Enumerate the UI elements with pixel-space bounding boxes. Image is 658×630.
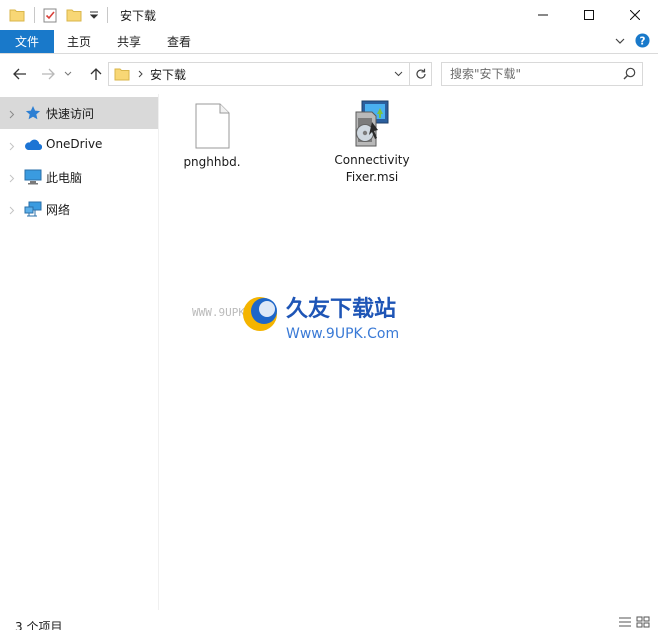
expand-chevron-icon[interactable]: [9, 108, 15, 122]
network-icon: [24, 200, 42, 218]
forward-button[interactable]: [36, 62, 60, 86]
tab-share[interactable]: 共享: [104, 30, 154, 53]
quick-access-toolbar: [0, 0, 114, 30]
sidebar-item-label: 网络: [46, 203, 71, 217]
file-list-area: pnghhbd. ConnectivityFixer.msi: [160, 94, 658, 610]
star-icon: [24, 104, 42, 122]
search-input[interactable]: [442, 67, 612, 81]
title-bar: 安下载: [0, 0, 658, 30]
folder-icon: [114, 67, 130, 81]
file-name: ConnectivityFixer.msi: [334, 153, 410, 184]
tab-home[interactable]: 主页: [54, 30, 104, 53]
address-row: 安下载: [0, 58, 658, 90]
cloud-icon: [24, 136, 42, 154]
navigation-pane: 快速访问 OneDrive 此电脑 网络: [0, 94, 159, 610]
recent-locations-chevron-icon[interactable]: [60, 62, 76, 86]
new-folder-icon[interactable]: [65, 6, 83, 24]
window-controls: [520, 0, 658, 30]
back-button[interactable]: [8, 62, 32, 86]
address-bar[interactable]: 安下载: [108, 62, 432, 86]
search-box: [441, 62, 643, 86]
window-title: 安下载: [120, 8, 157, 23]
refresh-button[interactable]: [409, 63, 431, 85]
sidebar-item-label: OneDrive: [46, 137, 103, 151]
address-dropdown-icon[interactable]: [389, 63, 407, 85]
ribbon-tabs: 文件 主页 共享 查看 ?: [0, 30, 658, 54]
view-toggle: [618, 616, 650, 630]
item-count: 3 个项目: [15, 620, 63, 630]
toolbar-divider: [34, 7, 35, 23]
breadcrumb-item[interactable]: 安下载: [150, 66, 186, 83]
tab-view[interactable]: 查看: [154, 30, 204, 53]
expand-chevron-icon[interactable]: [9, 172, 15, 186]
search-icon[interactable]: [623, 67, 636, 83]
expand-ribbon-chevron-icon[interactable]: [615, 35, 625, 49]
sidebar-item-onedrive[interactable]: OneDrive: [0, 129, 158, 161]
file-name: pnghhbd.: [183, 155, 241, 169]
msi-installer-icon: [348, 100, 396, 148]
sidebar-item-quick-access[interactable]: 快速访问: [0, 97, 158, 129]
tab-file[interactable]: 文件: [0, 30, 55, 53]
close-button[interactable]: [612, 0, 658, 30]
breadcrumb-separator-icon[interactable]: [138, 70, 144, 78]
folder-icon: [8, 6, 26, 24]
minimize-button[interactable]: [520, 0, 566, 30]
file-item[interactable]: ConnectivityFixer.msi: [334, 100, 410, 186]
maximize-button[interactable]: [566, 0, 612, 30]
sidebar-item-this-pc[interactable]: 此电脑: [0, 161, 158, 193]
expand-chevron-icon[interactable]: [9, 204, 15, 218]
sidebar-item-network[interactable]: 网络: [0, 193, 158, 225]
properties-icon[interactable]: [41, 6, 59, 24]
blank-file-icon: [188, 102, 236, 150]
toolbar-divider: [107, 7, 108, 23]
svg-text:?: ?: [640, 35, 646, 47]
file-item[interactable]: pnghhbd.: [174, 102, 250, 171]
customize-toolbar-dropdown-icon[interactable]: [89, 6, 99, 24]
sidebar-item-label: 此电脑: [46, 171, 83, 185]
up-button[interactable]: [84, 62, 108, 86]
sidebar-item-label: 快速访问: [46, 107, 95, 121]
expand-chevron-icon[interactable]: [9, 140, 15, 154]
ribbon-right-controls: ?: [615, 33, 650, 51]
status-bar: 3 个项目: [0, 610, 658, 630]
computer-icon: [24, 168, 42, 186]
details-view-icon[interactable]: [618, 616, 632, 630]
large-icons-view-icon[interactable]: [636, 616, 650, 630]
help-icon[interactable]: ?: [635, 33, 650, 51]
